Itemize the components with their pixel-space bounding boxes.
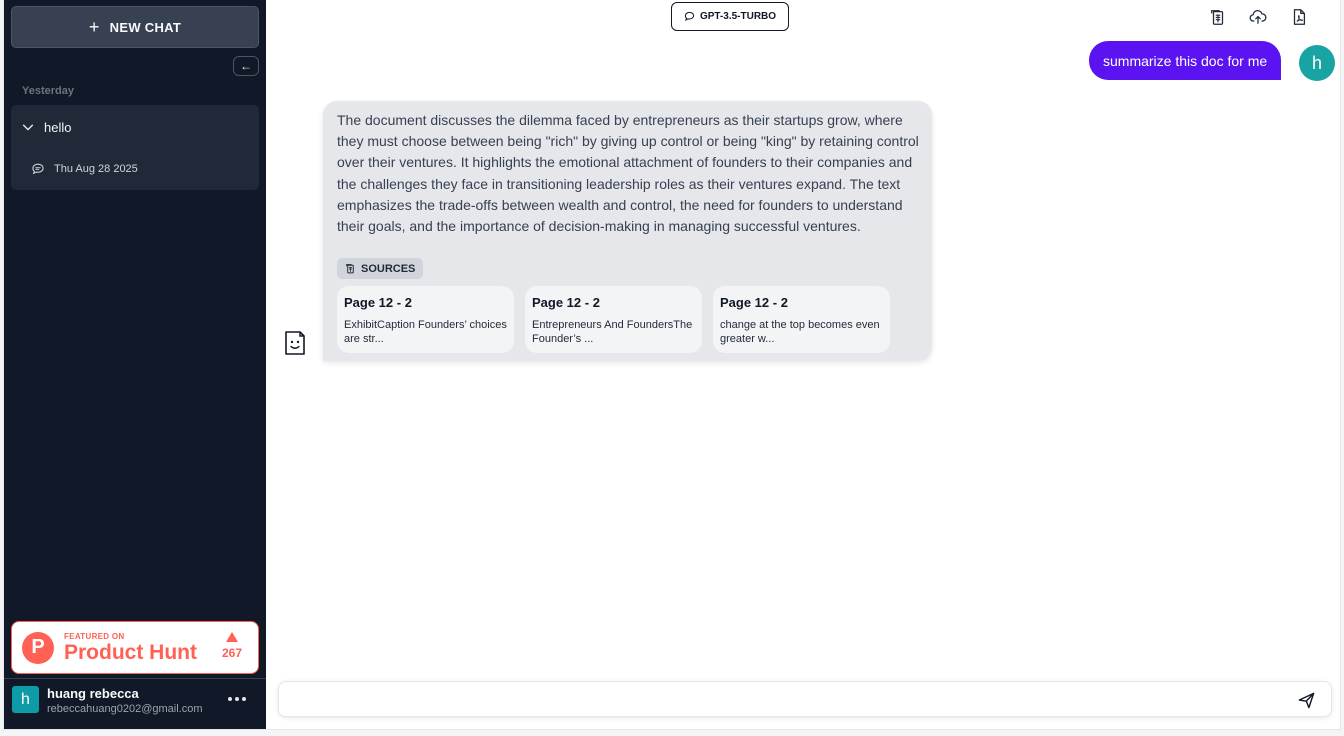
cloud-upload-icon — [1249, 9, 1267, 24]
sources-label-text: SOURCES — [361, 262, 416, 275]
assistant-message-text: The document discusses the dilemma faced… — [337, 112, 919, 235]
source-card[interactable]: Page 12 - 2 change at the top becomes ev… — [713, 286, 890, 353]
bot-icon — [285, 331, 305, 355]
product-hunt-name: Product Hunt — [64, 641, 197, 664]
section-label-yesterday: Yesterday — [22, 85, 74, 97]
new-chat-button[interactable]: + NEW CHAT — [11, 6, 259, 48]
user-name: huang rebecca — [47, 686, 139, 701]
chat-group-title: hello — [44, 119, 72, 135]
send-button[interactable] — [1295, 689, 1317, 711]
source-card-snippet: change at the top becomes even greater w… — [720, 319, 880, 345]
pdf-file-icon — [1293, 9, 1306, 25]
app-window: + NEW CHAT ← Yesterday hello Thu Aug 28 … — [4, 0, 1340, 729]
sources-label: SOURCES — [337, 258, 424, 279]
chat-bubble-icon — [32, 163, 44, 175]
source-card-title: Page 12 - 2 — [344, 295, 412, 310]
new-chat-label: NEW CHAT — [109, 19, 182, 35]
document-stack-button[interactable] — [1207, 6, 1229, 28]
dot-icon — [235, 697, 239, 701]
product-hunt-votes: 267 — [222, 632, 242, 660]
product-hunt-featured-label: FEATURED ON — [64, 632, 125, 641]
assistant-message-bubble: The document discusses the dilemma faced… — [323, 101, 932, 361]
message-composer — [278, 681, 1332, 717]
source-card[interactable]: Page 12 - 2 Entrepreneurs And FoundersTh… — [525, 286, 702, 353]
user-message-bubble: summarize this doc for me — [1089, 41, 1282, 80]
sidebar: + NEW CHAT ← Yesterday hello Thu Aug 28 … — [4, 0, 266, 729]
source-card-snippet: Entrepreneurs And FoundersThe Founder’s … — [532, 319, 693, 345]
more-options-button[interactable] — [226, 691, 248, 707]
pdf-button[interactable] — [1288, 6, 1310, 28]
source-card[interactable]: Page 12 - 2 ExhibitCaption Founders’ cho… — [337, 286, 514, 353]
chat-item[interactable]: Thu Aug 28 2025 — [11, 157, 259, 181]
divider — [4, 678, 266, 679]
user-message-text: summarize this doc for me — [1103, 52, 1268, 69]
upload-button[interactable] — [1247, 6, 1269, 28]
source-card-title: Page 12 - 2 — [532, 295, 600, 310]
screen-frame: + NEW CHAT ← Yesterday hello Thu Aug 28 … — [0, 0, 1344, 736]
chevron-down-icon — [22, 124, 34, 131]
source-card-snippet: ExhibitCaption Founders’ choices are str… — [344, 319, 507, 345]
plus-icon: + — [88, 17, 100, 37]
chat-group-toggle[interactable]: hello — [11, 105, 259, 149]
dot-icon — [242, 697, 246, 701]
document-stack-icon — [1211, 10, 1224, 25]
user-email: rebeccahuang0202@gmail.com — [47, 703, 203, 715]
model-selector[interactable]: GPT-3.5-TURBO — [671, 2, 789, 31]
chat-item-date: Thu Aug 28 2025 — [54, 163, 138, 175]
product-hunt-logo-icon: P — [22, 631, 54, 664]
source-card-title: Page 12 - 2 — [720, 295, 788, 310]
arrow-left-icon: ← — [240, 59, 252, 73]
product-hunt-badge[interactable]: P FEATURED ON Product Hunt 267 — [11, 621, 259, 674]
document-stack-icon — [346, 264, 354, 274]
collapse-sidebar-button[interactable]: ← — [233, 56, 259, 76]
avatar: h — [1299, 45, 1335, 81]
chat-group: hello Thu Aug 28 2025 — [11, 105, 259, 190]
send-icon — [1298, 692, 1314, 708]
upvote-triangle-icon — [225, 632, 238, 642]
model-name: GPT-3.5-TURBO — [699, 11, 777, 22]
chat-bubble-icon — [684, 11, 695, 21]
product-hunt-vote-count: 267 — [221, 646, 242, 660]
message-input[interactable] — [289, 690, 1269, 710]
avatar[interactable]: h — [12, 686, 39, 713]
dot-icon — [228, 697, 232, 701]
